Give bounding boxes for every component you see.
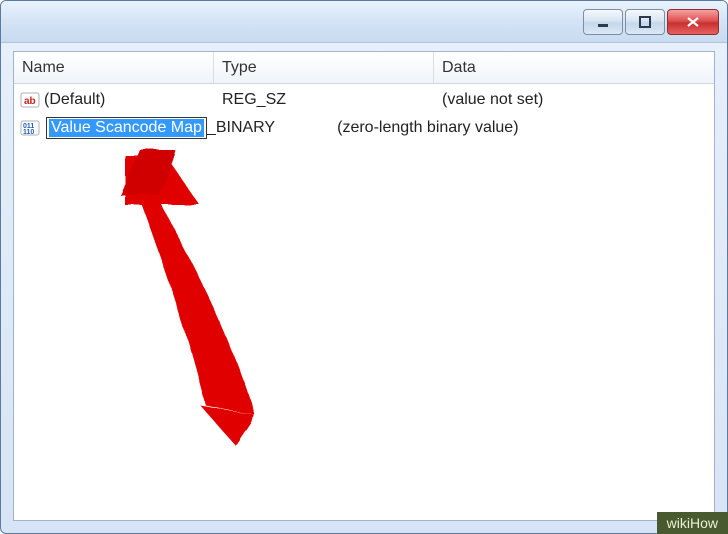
value-data: (zero-length binary value): [275, 119, 714, 137]
minimize-button[interactable]: [583, 9, 623, 35]
svg-text:ab: ab: [24, 96, 36, 107]
value-type: REG_SZ: [214, 91, 434, 109]
maximize-button[interactable]: [625, 9, 665, 35]
minimize-icon: [596, 15, 610, 29]
rename-input-text: Value Scancode Map: [49, 119, 204, 137]
reg-binary-icon: 011 110: [20, 119, 40, 137]
table-row[interactable]: 011 110 Value Scancode Map _BINARY (zero…: [14, 114, 714, 142]
value-type: _BINARY: [207, 119, 275, 137]
list-body: ab (Default) REG_SZ (value not set) 011 …: [14, 84, 714, 142]
value-name: (Default): [44, 91, 105, 109]
column-header-name[interactable]: Name: [14, 52, 214, 83]
reg-string-icon: ab: [20, 91, 40, 109]
column-header-data[interactable]: Data: [434, 52, 714, 83]
wikihow-watermark: wikiHow: [657, 512, 728, 534]
maximize-icon: [638, 15, 652, 29]
close-icon: [685, 15, 701, 29]
rename-input[interactable]: Value Scancode Map: [46, 117, 207, 139]
close-button[interactable]: [667, 9, 719, 35]
table-row[interactable]: ab (Default) REG_SZ (value not set): [14, 86, 714, 114]
value-data: (value not set): [434, 91, 714, 109]
column-header-type[interactable]: Type: [214, 52, 434, 83]
registry-list-panel: Name Type Data ab (Default) REG_SZ (valu…: [13, 51, 715, 521]
svg-text:110: 110: [23, 129, 34, 136]
list-header: Name Type Data: [14, 52, 714, 84]
window-frame: Name Type Data ab (Default) REG_SZ (valu…: [0, 0, 728, 534]
titlebar: [1, 1, 727, 43]
